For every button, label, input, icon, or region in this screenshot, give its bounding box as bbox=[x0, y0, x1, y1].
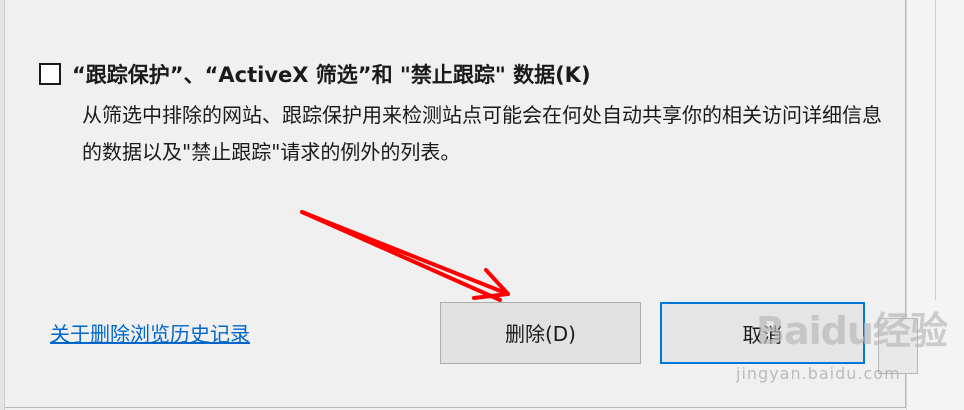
arrow-shaft-2 bbox=[300, 210, 502, 302]
red-arrow-icon bbox=[300, 210, 510, 302]
watermark-logo: Baidu经验 bbox=[756, 309, 948, 353]
baidu-jingyan-watermark: Baidu经验 jingyan.baidu.com bbox=[736, 300, 948, 400]
watermark-url: jingyan.baidu.com bbox=[736, 364, 901, 383]
